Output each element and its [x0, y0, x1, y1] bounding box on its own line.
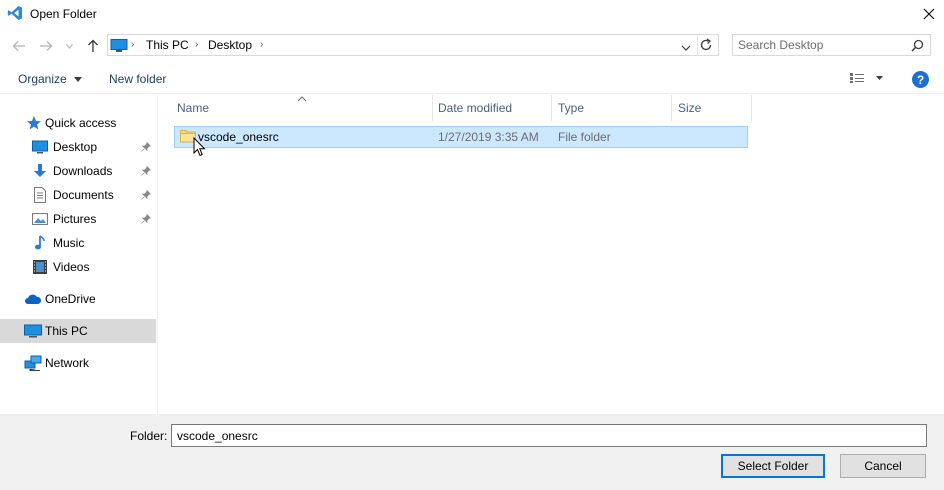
sidebar-item-quick-access[interactable]: Quick access — [0, 111, 156, 135]
sidebar-item-label: This PC — [45, 324, 88, 338]
select-folder-button[interactable]: Select Folder — [721, 454, 825, 478]
film-icon — [32, 259, 48, 275]
sidebar-item-label: Documents — [53, 188, 114, 202]
chevron-right-icon: › — [195, 39, 199, 50]
close-icon — [923, 8, 935, 20]
sidebar-item-documents[interactable]: Documents — [0, 183, 156, 207]
sidebar-item-videos[interactable]: Videos — [0, 255, 156, 279]
sidebar-item-label: Quick access — [45, 116, 117, 130]
address-bar[interactable]: › This PC › Desktop › — [107, 34, 719, 56]
sidebar-item-label: Downloads — [53, 164, 113, 178]
organize-button[interactable]: Organize — [18, 72, 83, 86]
help-button[interactable]: ? — [912, 71, 929, 88]
title-bar: Open Folder — [0, 0, 944, 29]
pin-icon[interactable] — [141, 213, 152, 227]
column-header-label: Type — [558, 101, 585, 115]
file-list: Name Date modified Type Size vscode_ones… — [159, 95, 944, 414]
sidebar-item-pictures[interactable]: Pictures — [0, 207, 156, 231]
address-history-dropdown[interactable] — [681, 40, 691, 54]
pin-icon[interactable] — [141, 189, 152, 203]
back-button[interactable] — [10, 37, 28, 55]
sidebar-item-downloads[interactable]: Downloads — [0, 159, 156, 183]
sidebar-item-label: Pictures — [53, 212, 97, 226]
table-row[interactable]: vscode_onesrc 1/27/2019 3:35 AM File fol… — [174, 126, 748, 148]
column-header-type[interactable]: Type — [552, 95, 672, 121]
column-header-name[interactable]: Name — [171, 95, 433, 121]
column-header-date-modified[interactable]: Date modified — [432, 95, 552, 121]
search-input[interactable] — [738, 37, 908, 53]
back-arrow-icon — [12, 41, 25, 51]
refresh-button[interactable] — [699, 38, 713, 55]
vscode-logo-icon — [7, 5, 23, 21]
column-header-label: Size — [678, 101, 702, 115]
forward-arrow-icon — [40, 41, 53, 51]
recent-locations-button[interactable] — [63, 37, 75, 55]
sidebar-item-desktop[interactable]: Desktop — [0, 135, 156, 159]
mouse-pointer-icon — [193, 136, 206, 160]
sidebar-item-label: Videos — [53, 260, 90, 274]
chevron-right-icon: › — [131, 39, 135, 50]
window-title: Open Folder — [30, 7, 97, 21]
sidebar-item-network[interactable]: Network — [0, 351, 156, 375]
close-button[interactable] — [914, 0, 944, 28]
sidebar-item-label: Desktop — [53, 140, 98, 154]
pin-icon[interactable] — [141, 141, 152, 155]
sidebar-item-onedrive[interactable]: OneDrive — [0, 287, 156, 311]
caret-down-icon — [74, 77, 83, 83]
music-note-icon — [32, 235, 48, 251]
folder-name-input[interactable] — [171, 424, 927, 447]
computer-icon — [24, 323, 42, 339]
change-view-button[interactable] — [849, 72, 887, 87]
file-type: File folder — [558, 130, 611, 144]
network-icon — [24, 355, 42, 371]
file-name: vscode_onesrc — [198, 130, 279, 144]
navigation-bar: › This PC › Desktop › — [0, 31, 944, 61]
pin-icon[interactable] — [141, 165, 152, 179]
folder-label: Folder: — [130, 429, 168, 443]
search-icon[interactable] — [911, 39, 924, 55]
chevron-down-icon — [681, 45, 691, 51]
up-button[interactable] — [84, 37, 102, 55]
refresh-icon — [700, 38, 712, 51]
star-icon — [26, 115, 42, 131]
chevron-right-icon: › — [260, 39, 264, 50]
up-arrow-icon — [88, 39, 98, 52]
view-list-icon — [850, 73, 883, 83]
dialog-footer: Folder: Select Folder Cancel — [0, 414, 944, 490]
navigation-pane: Quick access Desktop Downloads Documents — [0, 95, 158, 414]
sidebar-item-label: Music — [53, 236, 85, 250]
sidebar-item-label: Network — [45, 356, 90, 370]
new-folder-button[interactable]: New folder — [109, 72, 166, 86]
chevron-down-icon — [65, 43, 73, 49]
column-header-size[interactable]: Size — [672, 95, 752, 121]
forward-button[interactable] — [37, 37, 55, 55]
breadcrumb-this-pc[interactable]: This PC — [146, 38, 189, 52]
download-arrow-icon — [32, 163, 48, 179]
sidebar-item-label: OneDrive — [45, 292, 96, 306]
divider — [697, 35, 698, 55]
column-header-label: Name — [177, 101, 210, 115]
file-date-modified: 1/27/2019 3:35 AM — [438, 130, 539, 144]
organize-label: Organize — [18, 72, 67, 86]
column-header-label: Date modified — [438, 101, 513, 115]
command-toolbar: Organize New folder ? — [0, 64, 944, 94]
sidebar-item-this-pc[interactable]: This PC — [0, 319, 156, 343]
question-mark-icon: ? — [916, 72, 925, 87]
computer-icon — [110, 39, 128, 56]
desktop-icon — [32, 139, 48, 155]
search-box — [732, 34, 931, 56]
cancel-button[interactable]: Cancel — [840, 454, 926, 478]
sidebar-item-music[interactable]: Music — [0, 231, 156, 255]
document-icon — [32, 187, 48, 203]
breadcrumb-desktop[interactable]: Desktop — [208, 38, 252, 52]
picture-icon — [32, 211, 48, 227]
cloud-icon — [24, 291, 42, 307]
